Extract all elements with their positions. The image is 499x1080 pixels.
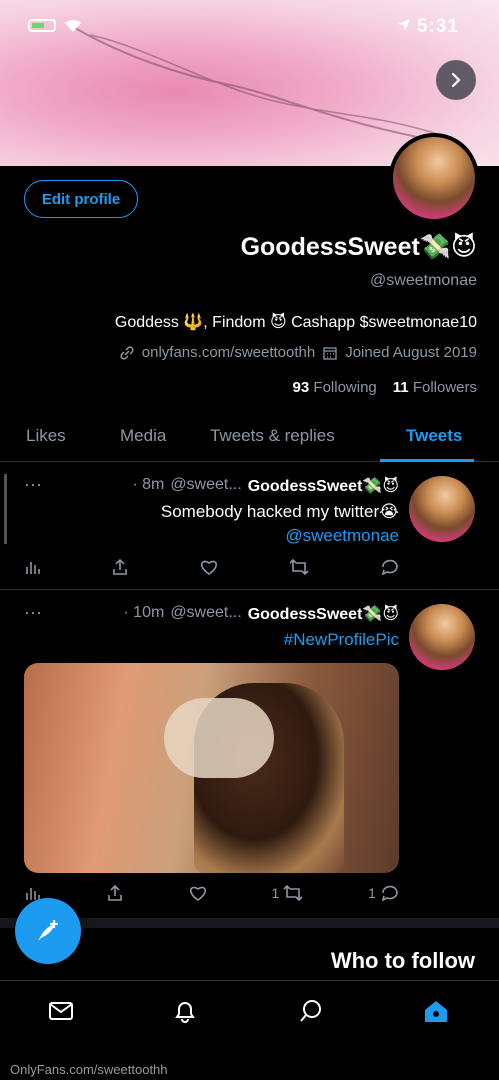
who-to-follow-heading: Who to follow: [330, 948, 475, 973]
retweet-count: 1: [271, 885, 280, 901]
tweet-handle: @sweet...: [170, 604, 242, 621]
retweet-button[interactable]: 1: [272, 884, 305, 902]
tweet-actions: [24, 558, 399, 576]
tweet-text: #NewProfilePic: [284, 628, 399, 652]
following-count: 93: [292, 379, 310, 396]
reply-icon: [381, 885, 398, 902]
tweet-body: Somebody hacked my twitter😭: [160, 502, 399, 521]
retweet-icon: [283, 884, 303, 902]
profile-meta: onlyfans.com/sweettoothh Joined August 2…: [120, 344, 477, 361]
wifi-icon: [65, 19, 81, 32]
tweet-header: · 10m @sweet... GoodessSweet💸😈: [123, 604, 399, 624]
thread-line: [4, 474, 7, 544]
tweet-time: · 10m: [123, 604, 165, 621]
chevron-right-icon: [451, 72, 461, 88]
messages-icon[interactable]: [47, 997, 75, 1025]
notifications-bell-icon[interactable]: [171, 997, 199, 1025]
tweet-time: · 8m: [132, 476, 165, 493]
compose-feather-icon: [38, 920, 58, 941]
retweet-icon: [289, 558, 309, 576]
status-bar: 5:31: [0, 0, 499, 52]
tweet-author-name[interactable]: GoodessSweet💸😈: [248, 604, 399, 624]
share-button[interactable]: [106, 884, 124, 902]
reply-count: 1: [368, 885, 376, 901]
follow-stats: 93 Following 11 Followers: [293, 379, 477, 396]
reply-button[interactable]: 1: [368, 884, 399, 902]
share-icon: [108, 884, 122, 901]
tweet-actions: 1 1: [24, 884, 399, 902]
tab-likes[interactable]: Likes: [26, 426, 66, 446]
tweet-hashtag[interactable]: #NewProfilePic: [284, 628, 399, 652]
battery-icon: [28, 19, 56, 32]
tweet-item[interactable]: ··· · 8m @sweet... GoodessSweet💸😈 Somebo…: [0, 462, 499, 590]
calendar-icon: [323, 346, 337, 360]
media-phone-hand: [164, 698, 274, 778]
retweet-button[interactable]: [288, 558, 310, 576]
profile-tabs: Tweets Tweets & replies Media Likes: [0, 418, 499, 462]
link-icon: [120, 345, 134, 360]
tweet-mention[interactable]: @sweetmonae: [161, 524, 399, 548]
heart-icon: [200, 560, 217, 575]
watermark-text: OnlyFans.com/sweettoothh: [10, 1062, 168, 1077]
following-stat[interactable]: 93 Following: [293, 379, 377, 396]
compose-tweet-button[interactable]: [15, 898, 81, 964]
followers-label: Followers: [412, 379, 477, 396]
tweet-text: Somebody hacked my twitter😭 @sweetmonae: [161, 500, 399, 548]
home-icon[interactable]: [422, 997, 450, 1025]
bottom-nav: [0, 980, 499, 1040]
tweet-author-name[interactable]: GoodessSweet💸😈: [248, 476, 399, 496]
more-options-icon[interactable]: ···: [24, 602, 42, 623]
tweet-media-image[interactable]: [24, 663, 399, 873]
status-time: 5:31: [416, 16, 459, 37]
tab-tweets-replies[interactable]: Tweets & replies: [210, 426, 335, 446]
tweet-avatar[interactable]: [409, 476, 475, 542]
tab-tweets[interactable]: Tweets: [406, 426, 462, 446]
profile-avatar[interactable]: [389, 133, 479, 223]
following-label: Following: [313, 379, 377, 396]
joined-date: Joined August 2019: [345, 344, 477, 361]
heart-icon: [189, 886, 206, 901]
search-icon[interactable]: [297, 997, 325, 1025]
profile-link[interactable]: onlyfans.com/sweettoothh: [142, 344, 315, 361]
followers-count: 11: [392, 379, 409, 396]
location-arrow-icon: [398, 19, 410, 31]
tweet-header: · 8m @sweet... GoodessSweet💸😈: [132, 476, 399, 496]
tab-media[interactable]: Media: [120, 426, 166, 446]
next-button[interactable]: [436, 60, 476, 100]
tweet-handle: @sweet...: [170, 476, 242, 493]
followers-stat[interactable]: 11 Followers: [393, 379, 477, 396]
profile-bio: Goddess 🔱, Findom 😈 Cashapp $sweetmonae1…: [114, 314, 477, 331]
more-options-icon[interactable]: ···: [24, 474, 42, 495]
share-icon: [113, 558, 128, 575]
edit-profile-button[interactable]: Edit profile: [24, 180, 138, 218]
display-name: GoodessSweet💸😈: [240, 233, 477, 261]
reply-icon: [381, 559, 398, 576]
analytics-icon: [26, 562, 40, 574]
reply-button[interactable]: [379, 558, 399, 576]
share-button[interactable]: [111, 558, 129, 576]
profile-handle: @sweetmonae: [370, 272, 477, 289]
like-button[interactable]: [199, 558, 219, 576]
analytics-button[interactable]: [24, 558, 42, 576]
tweet-avatar[interactable]: [409, 604, 475, 670]
like-button[interactable]: [188, 884, 208, 902]
